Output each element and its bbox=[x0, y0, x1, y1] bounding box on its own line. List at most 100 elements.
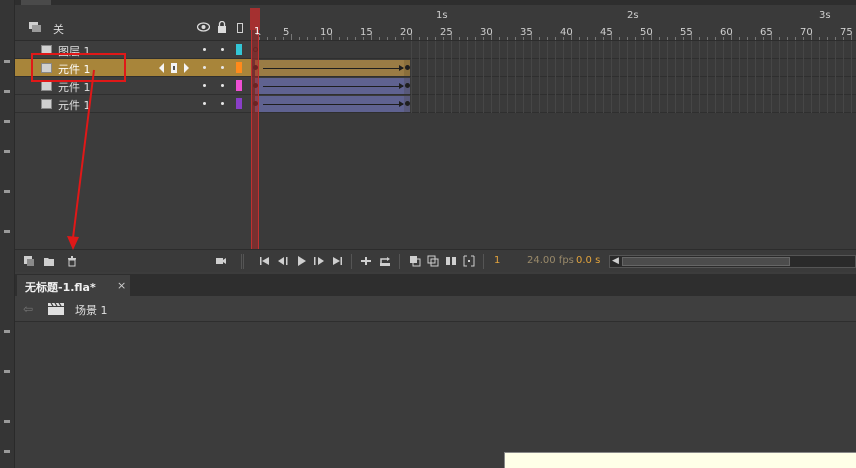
motion-tween-span[interactable] bbox=[255, 78, 408, 94]
timeline-scrollbar[interactable]: ◀ bbox=[609, 255, 856, 268]
frame-grid-line bbox=[843, 41, 844, 113]
keyframe[interactable] bbox=[405, 83, 410, 88]
lock-dot[interactable] bbox=[221, 84, 224, 87]
tool-tick bbox=[4, 120, 10, 123]
lock-dot[interactable] bbox=[221, 66, 224, 69]
camera-icon[interactable] bbox=[215, 255, 227, 267]
ruler-tick bbox=[755, 37, 756, 40]
frame-grid-line bbox=[811, 41, 812, 113]
step-back-icon[interactable] bbox=[277, 255, 289, 267]
frame-grid-line bbox=[563, 41, 564, 113]
new-folder-icon[interactable] bbox=[43, 255, 55, 267]
lock-dot[interactable] bbox=[221, 48, 224, 51]
go-to-last-frame-icon[interactable] bbox=[331, 255, 343, 267]
frame-row[interactable] bbox=[251, 41, 856, 59]
frame-grid-line bbox=[795, 41, 796, 113]
ruler-tick bbox=[411, 34, 412, 40]
lock-dot[interactable] bbox=[221, 102, 224, 105]
elapsed-time-readout[interactable]: 0.0 s bbox=[576, 255, 600, 266]
scene-label[interactable]: 场景 1 bbox=[75, 302, 108, 318]
play-icon[interactable] bbox=[295, 255, 307, 267]
edit-multiple-frames-icon[interactable] bbox=[445, 255, 457, 267]
eye-icon[interactable] bbox=[197, 22, 210, 32]
keyframe[interactable] bbox=[405, 65, 410, 70]
outline-icon[interactable] bbox=[237, 23, 243, 33]
loop-icon[interactable] bbox=[379, 255, 391, 267]
ruler-tick bbox=[723, 37, 724, 40]
ruler-tick bbox=[811, 34, 812, 40]
new-layer-icon[interactable] bbox=[23, 255, 35, 267]
frame-grid-line bbox=[499, 41, 500, 113]
annotation-highlight-box bbox=[31, 53, 126, 82]
modify-markers-icon[interactable] bbox=[463, 255, 475, 267]
frame-grid-line bbox=[571, 41, 572, 113]
layer-color-swatch[interactable] bbox=[236, 98, 242, 109]
frame-grid-line bbox=[835, 41, 836, 113]
frame-grid-line bbox=[683, 41, 684, 113]
frame-rate-readout[interactable]: 24.00 fps bbox=[527, 255, 574, 266]
onion-skin-icon[interactable] bbox=[409, 255, 421, 267]
ruler-tick bbox=[579, 37, 580, 40]
layers-icon bbox=[29, 22, 41, 32]
lock-icon[interactable] bbox=[217, 21, 227, 33]
layer-row[interactable]: 元件 1 bbox=[15, 95, 251, 113]
scroll-left-icon[interactable]: ◀ bbox=[612, 256, 619, 266]
frame-ruler[interactable]: 1s 2s 3s 1 5 10 15 20 25 30 35 40 45 50 … bbox=[251, 5, 856, 41]
center-frame-icon[interactable] bbox=[360, 255, 372, 267]
stage-area[interactable] bbox=[15, 322, 856, 468]
ruler-tick bbox=[683, 37, 684, 40]
step-forward-icon[interactable] bbox=[313, 255, 325, 267]
ruler-tick bbox=[563, 37, 564, 40]
layer-color-swatch[interactable] bbox=[236, 44, 242, 55]
visibility-dot[interactable] bbox=[203, 102, 206, 105]
ruler-tick bbox=[819, 37, 820, 40]
visibility-dot[interactable] bbox=[203, 66, 206, 69]
ruler-tick bbox=[619, 37, 620, 40]
visibility-dot[interactable] bbox=[203, 84, 206, 87]
frame-grid-line bbox=[579, 41, 580, 113]
frame-grid-line bbox=[819, 41, 820, 113]
ruler-tick bbox=[571, 34, 572, 40]
document-tab-bar: 无标题-1.fla* × bbox=[15, 274, 856, 296]
layer-color-swatch[interactable] bbox=[236, 80, 242, 91]
ruler-tick bbox=[763, 37, 764, 40]
document-tab-title[interactable]: 无标题-1.fla* bbox=[25, 279, 96, 295]
close-icon[interactable]: × bbox=[117, 279, 126, 292]
frame-grid-line bbox=[443, 41, 444, 113]
ruler-tick bbox=[507, 37, 508, 40]
layer-name[interactable]: 元件 1 bbox=[58, 97, 91, 113]
tool-tick bbox=[4, 420, 10, 423]
frame-row[interactable] bbox=[251, 95, 856, 113]
ruler-tick bbox=[835, 37, 836, 40]
scrollbar-thumb[interactable] bbox=[622, 257, 790, 266]
go-to-first-frame-icon[interactable] bbox=[259, 255, 271, 267]
motion-tween-span[interactable] bbox=[255, 60, 408, 76]
playhead[interactable] bbox=[251, 8, 259, 249]
back-arrow-icon[interactable]: ⇦ bbox=[23, 302, 33, 316]
frame-row[interactable] bbox=[251, 59, 856, 77]
ruler-tick bbox=[299, 37, 300, 40]
onion-skin-outlines-icon[interactable] bbox=[427, 255, 439, 267]
tween-arrow bbox=[263, 65, 404, 71]
trash-icon[interactable] bbox=[66, 255, 78, 267]
keyframe-nav-icon[interactable] bbox=[158, 62, 190, 74]
ruler-tick bbox=[443, 37, 444, 40]
current-frame-readout[interactable]: 1 bbox=[494, 255, 500, 266]
frame-row[interactable] bbox=[251, 77, 856, 95]
keyframe[interactable] bbox=[405, 101, 410, 106]
document-tab[interactable]: 无标题-1.fla* × bbox=[17, 275, 130, 296]
frame-grid-line bbox=[691, 41, 692, 113]
playhead-frame-number: 1 bbox=[254, 26, 261, 37]
ruler-tick bbox=[531, 34, 532, 40]
tools-panel-edge bbox=[0, 0, 15, 468]
ruler-tick bbox=[371, 34, 372, 40]
visibility-dot[interactable] bbox=[203, 48, 206, 51]
ruler-tick bbox=[707, 37, 708, 40]
motion-tween-span[interactable] bbox=[255, 96, 408, 112]
ruler-tick bbox=[699, 37, 700, 40]
ruler-tick bbox=[467, 37, 468, 40]
stage-canvas[interactable] bbox=[504, 452, 856, 468]
layer-color-swatch[interactable] bbox=[236, 62, 242, 73]
frame-grid-line bbox=[627, 41, 628, 113]
frame-area[interactable] bbox=[251, 41, 856, 249]
